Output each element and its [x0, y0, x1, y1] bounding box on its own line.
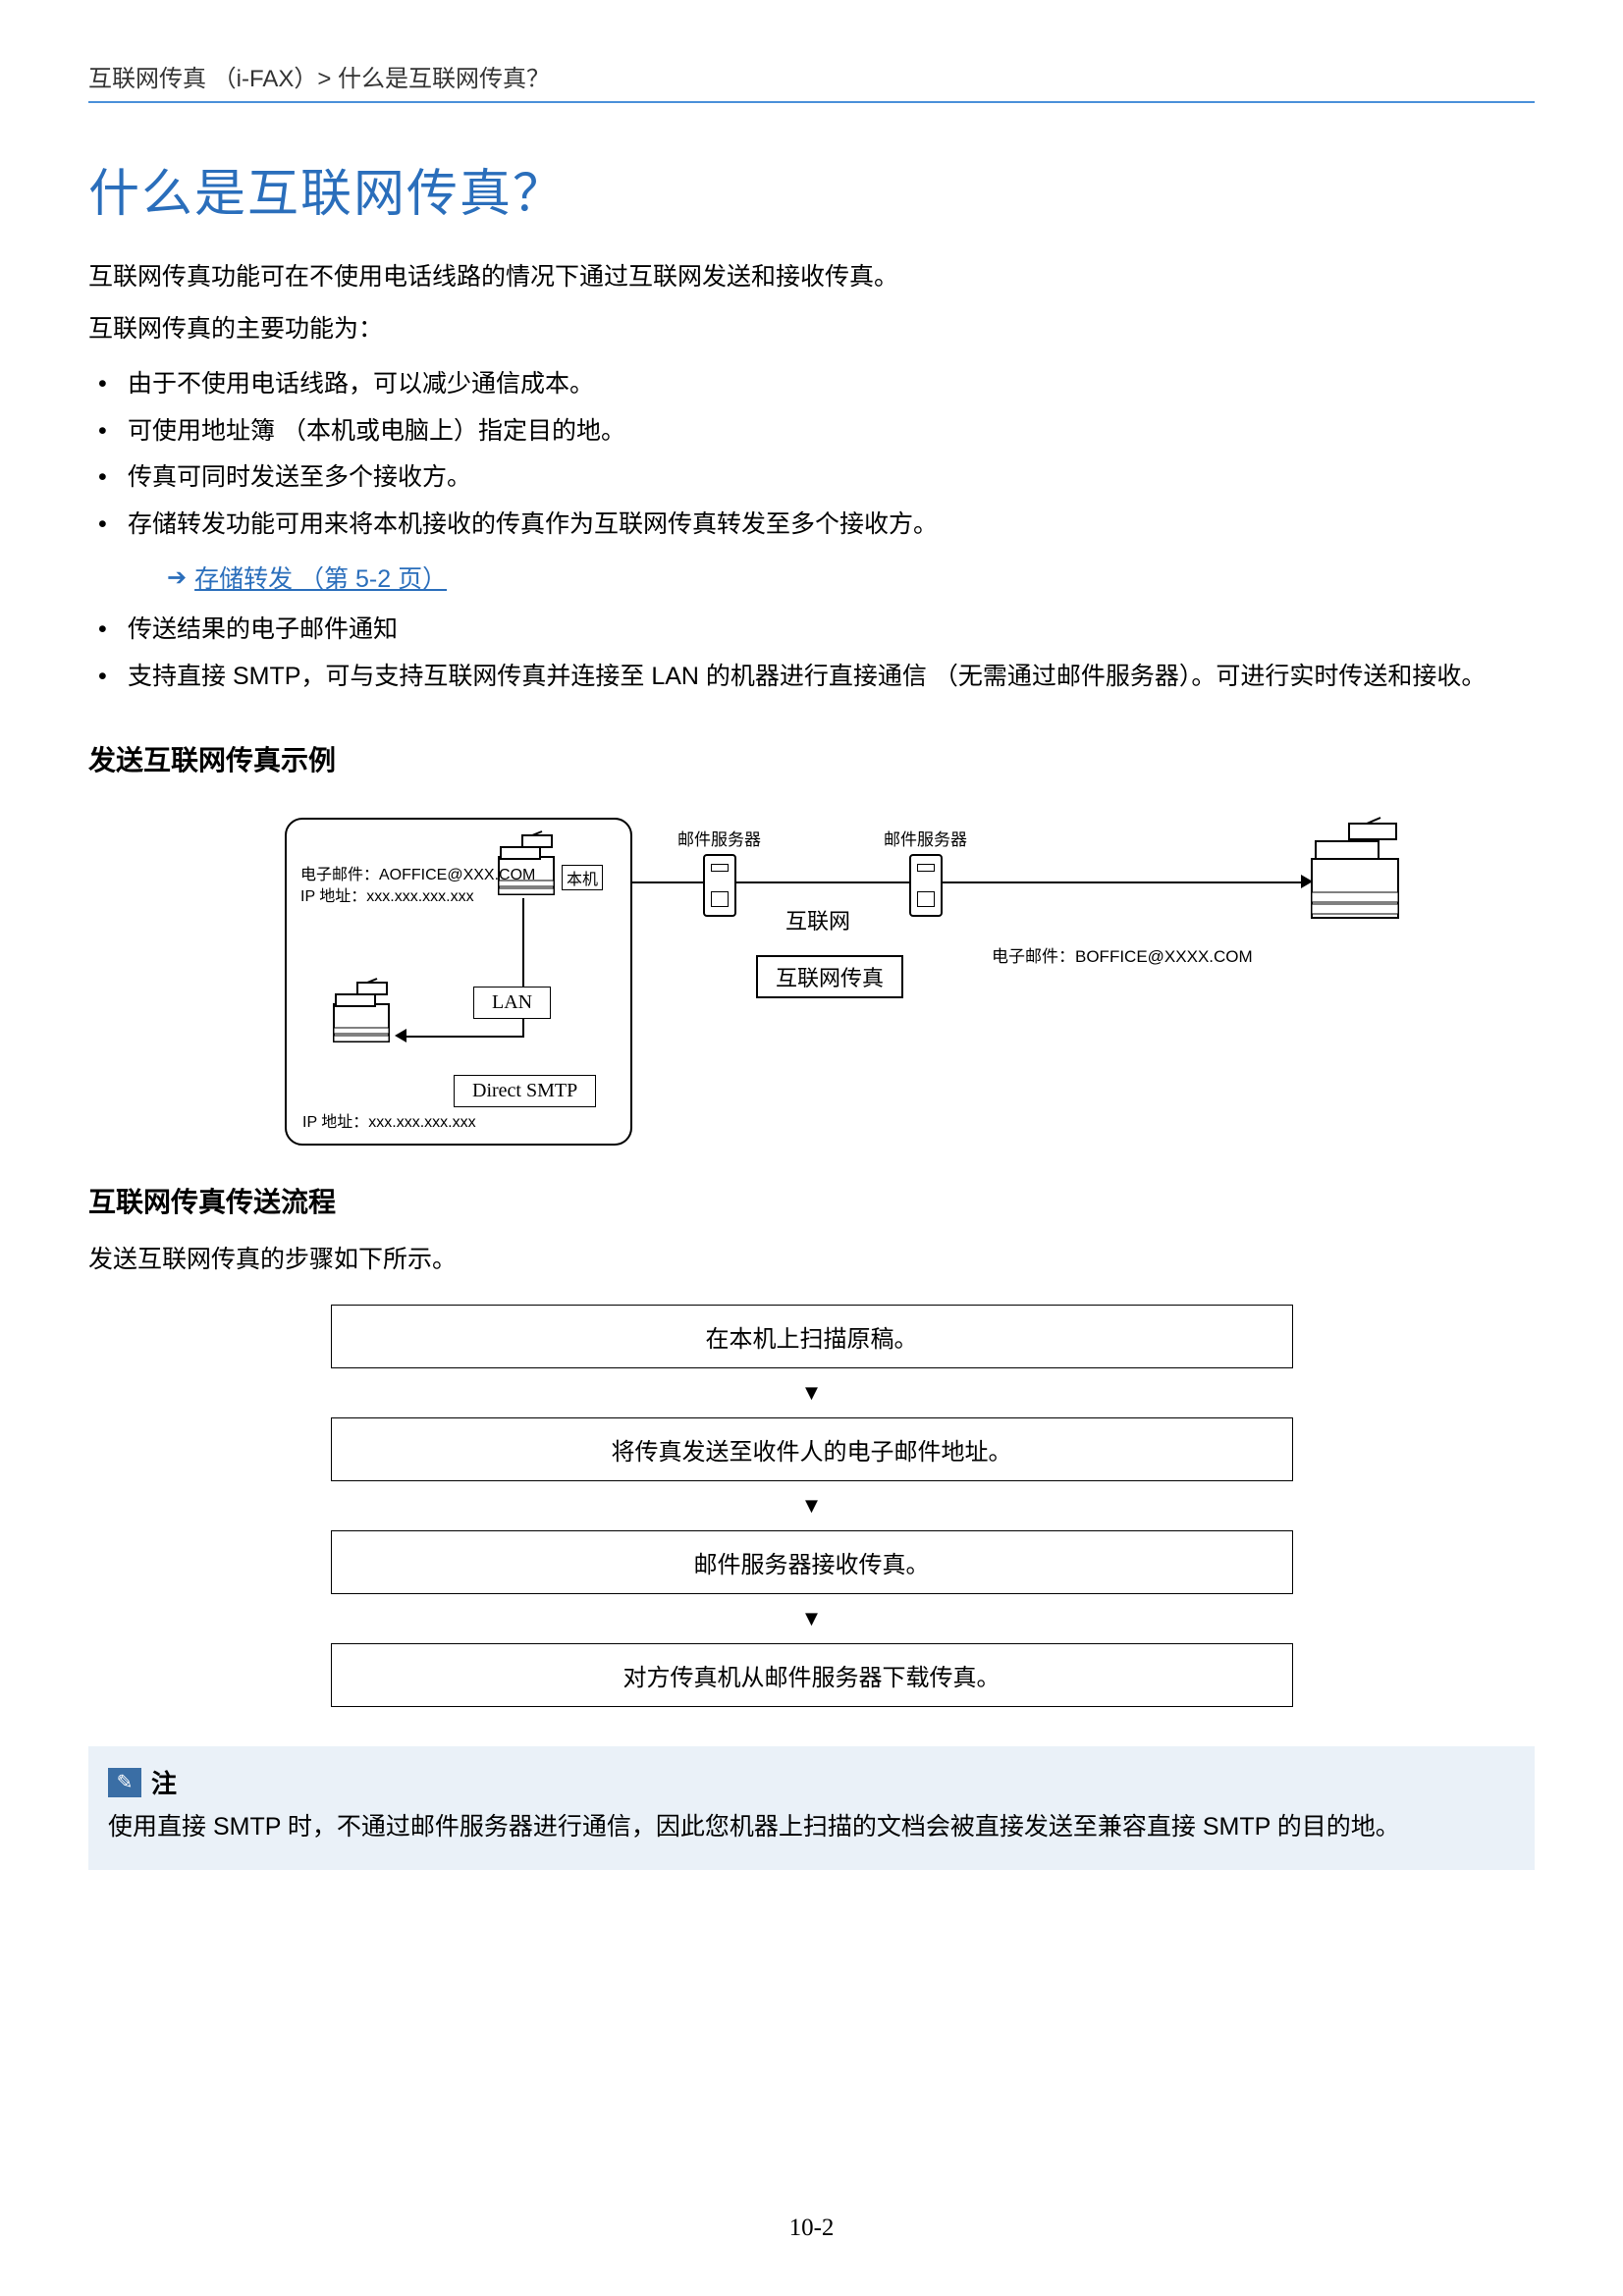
arrow-right-icon: ➔: [167, 563, 187, 592]
mail-server-left: 邮件服务器: [677, 826, 761, 917]
local-machine-tag: 本机: [562, 865, 603, 890]
feature-list-2: 传送结果的电子邮件通知 支持直接 SMTP，可与支持互联网传真并连接至 LAN …: [88, 607, 1535, 700]
mail-server-label: 邮件服务器: [677, 826, 761, 850]
down-arrow-icon: ▼: [331, 1594, 1293, 1643]
page-number: 10-2: [0, 2215, 1623, 2242]
note-icon: ✎: [108, 1768, 141, 1797]
crossref-link[interactable]: 存储转发 （第 5-2 页）: [194, 560, 447, 595]
crossref-link-row: ➔ 存储转发 （第 5-2 页）: [167, 560, 1535, 595]
mail-server-right: 邮件服务器: [884, 826, 967, 917]
section-heading-example: 发送互联网传真示例: [88, 739, 1535, 778]
flow-intro-text: 发送互联网传真的步骤如下所示。: [88, 1240, 1535, 1275]
left-email-label: 电子邮件：AOFFICE@XXX.COM: [300, 865, 535, 886]
note-body: 使用直接 SMTP 时，不通过邮件服务器进行通信，因此您机器上扫描的文档会被直接…: [108, 1806, 1515, 1848]
feature-item: 由于不使用电话线路，可以减少通信成本。: [88, 361, 1535, 408]
feature-item: 传真可同时发送至多个接收方。: [88, 454, 1535, 502]
feature-item: 可使用地址簿 （本机或电脑上）指定目的地。: [88, 408, 1535, 455]
transmission-flow: 在本机上扫描原稿。 ▼ 将传真发送至收件人的电子邮件地址。 ▼ 邮件服务器接收传…: [331, 1305, 1293, 1707]
note-title: 注: [151, 1764, 177, 1800]
feature-list-1: 由于不使用电话线路，可以减少通信成本。 可使用地址簿 （本机或电脑上）指定目的地…: [88, 361, 1535, 548]
flow-step: 邮件服务器接收传真。: [331, 1530, 1293, 1594]
flow-step: 在本机上扫描原稿。: [331, 1305, 1293, 1368]
direct-smtp-label: Direct SMTP: [454, 1075, 596, 1107]
right-email-label: 电子邮件：BOFFICE@XXXX.COM: [992, 945, 1253, 969]
mfp-icon: [328, 977, 395, 1047]
note-box: ✎ 注 使用直接 SMTP 时，不通过邮件服务器进行通信，因此您机器上扫描的文档…: [88, 1746, 1535, 1870]
lan-label: LAN: [473, 987, 551, 1019]
mfp-icon: [1306, 816, 1404, 924]
feature-item: 支持直接 SMTP，可与支持互联网传真并连接至 LAN 的机器进行直接通信 （无…: [88, 654, 1535, 701]
internet-label: 互联网: [785, 904, 850, 935]
intro-text-2: 互联网传真的主要功能为：: [88, 307, 1535, 351]
down-arrow-icon: ▼: [331, 1481, 1293, 1530]
feature-item: 传送结果的电子邮件通知: [88, 607, 1535, 654]
down-arrow-icon: ▼: [331, 1368, 1293, 1417]
local-site-box: 电子邮件：AOFFICE@XXX.COM IP 地址：xxx.xxx.xxx.x…: [285, 818, 632, 1146]
send-ifax-diagram: 电子邮件：AOFFICE@XXX.COM IP 地址：xxx.xxx.xxx.x…: [285, 808, 1535, 1142]
left-ip-label: IP 地址：xxx.xxx.xxx.xxx: [300, 886, 535, 908]
breadcrumb: 互联网传真 （i-FAX）> 什么是互联网传真？: [88, 59, 1535, 103]
flow-step: 将传真发送至收件人的电子邮件地址。: [331, 1417, 1293, 1481]
intro-text-1: 互联网传真功能可在不使用电话线路的情况下通过互联网发送和接收传真。: [88, 255, 1535, 299]
remote-mfp: [1306, 816, 1404, 924]
feature-item: 存储转发功能可用来将本机接收的传真作为互联网传真转发至多个接收方。: [88, 502, 1535, 549]
mail-server-label: 邮件服务器: [884, 826, 967, 850]
flow-step: 对方传真机从邮件服务器下载传真。: [331, 1643, 1293, 1707]
ifax-box-label: 互联网传真: [756, 955, 903, 998]
page-title: 什么是互联网传真？: [88, 152, 1535, 226]
bottom-ip-label: IP 地址：xxx.xxx.xxx.xxx: [302, 1112, 476, 1134]
section-heading-flow: 互联网传真传送流程: [88, 1181, 1535, 1220]
